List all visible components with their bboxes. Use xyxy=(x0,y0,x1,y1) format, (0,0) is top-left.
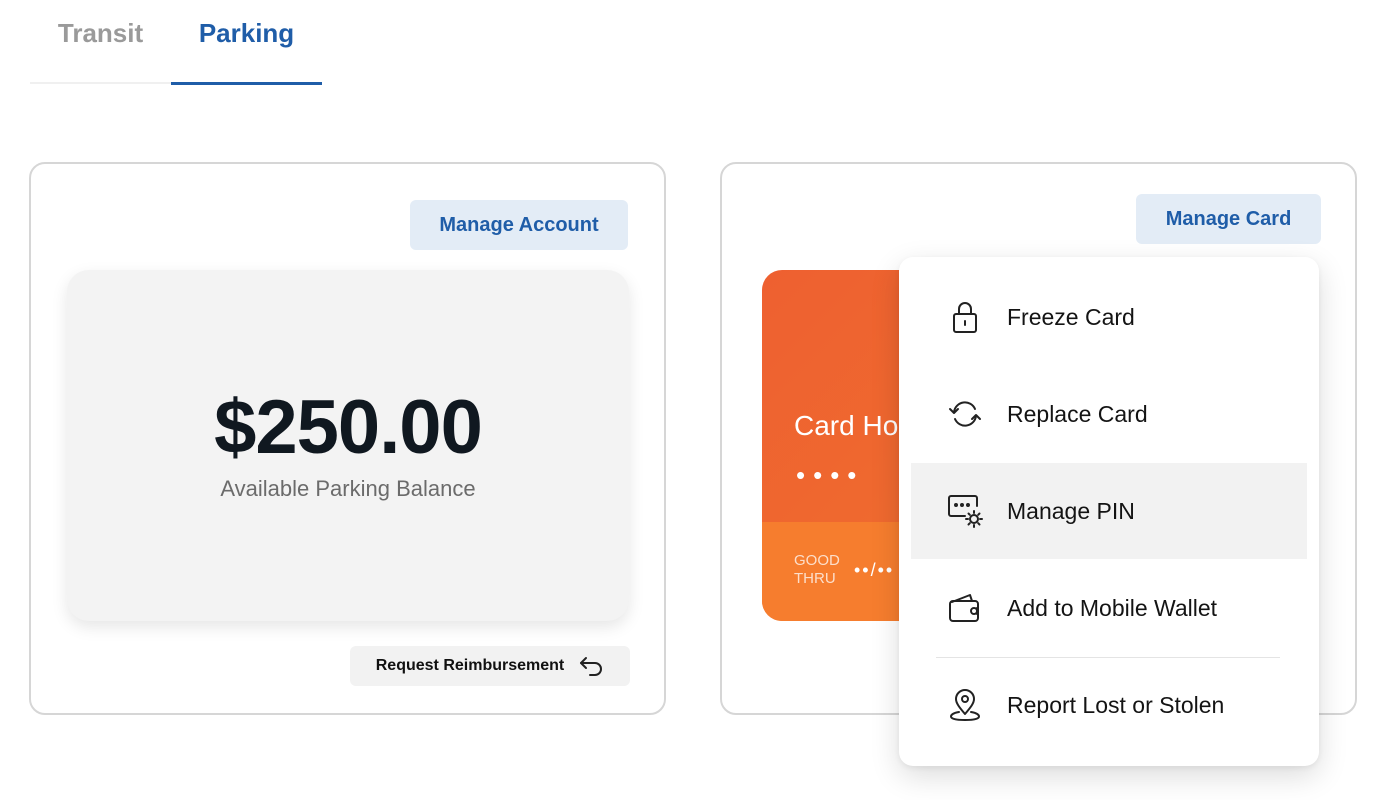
balance-card: $250.00 Available Parking Balance xyxy=(67,270,629,621)
benefits-page: Transit Parking Manage Account $250.00 A… xyxy=(0,0,1386,800)
card-holder-name: Card Ho xyxy=(794,410,899,441)
menu-item-label: Freeze Card xyxy=(1007,303,1135,330)
lock-icon xyxy=(945,297,985,337)
location-pin-icon xyxy=(945,685,985,725)
tab-parking[interactable]: Parking xyxy=(171,18,322,86)
menu-item-report-lost[interactable]: Report Lost or Stolen xyxy=(911,657,1307,753)
menu-item-label: Add to Mobile Wallet xyxy=(1007,594,1218,621)
parking-account-panel: Manage Account $250.00 Available Parking… xyxy=(29,162,666,715)
request-reimbursement-button[interactable]: Request Reimbursement xyxy=(350,646,630,686)
menu-item-label: Report Lost or Stolen xyxy=(1007,691,1225,718)
menu-item-replace-card[interactable]: Replace Card xyxy=(911,366,1307,462)
menu-item-manage-pin[interactable]: Manage PIN xyxy=(911,463,1307,559)
active-tab-indicator xyxy=(171,82,322,85)
manage-card-menu: Freeze Card Replace Card Manage PIN Add … xyxy=(899,257,1319,766)
good-thru-label: GOOD THRU xyxy=(794,552,840,587)
balance-amount: $250.00 xyxy=(214,384,483,470)
good-thru-value: ••/•• xyxy=(854,560,895,580)
balance-label: Available Parking Balance xyxy=(220,475,476,501)
reimburse-label: Request Reimbursement xyxy=(375,657,565,674)
manage-account-button[interactable]: Manage Account xyxy=(410,200,628,250)
refresh-icon xyxy=(945,394,985,434)
tab-transit[interactable]: Transit xyxy=(30,18,171,86)
menu-item-freeze-card[interactable]: Freeze Card xyxy=(911,269,1307,365)
wallet-icon xyxy=(945,588,985,628)
menu-item-label: Replace Card xyxy=(1007,400,1148,427)
pin-settings-icon xyxy=(945,491,985,531)
return-arrow-icon xyxy=(578,655,604,677)
manage-card-button[interactable]: Manage Card xyxy=(1136,194,1321,244)
menu-item-add-to-wallet[interactable]: Add to Mobile Wallet xyxy=(911,560,1307,656)
benefit-tabs: Transit Parking xyxy=(30,0,322,86)
card-number-mask: •••• xyxy=(796,460,865,490)
menu-item-label: Manage PIN xyxy=(1007,497,1135,524)
